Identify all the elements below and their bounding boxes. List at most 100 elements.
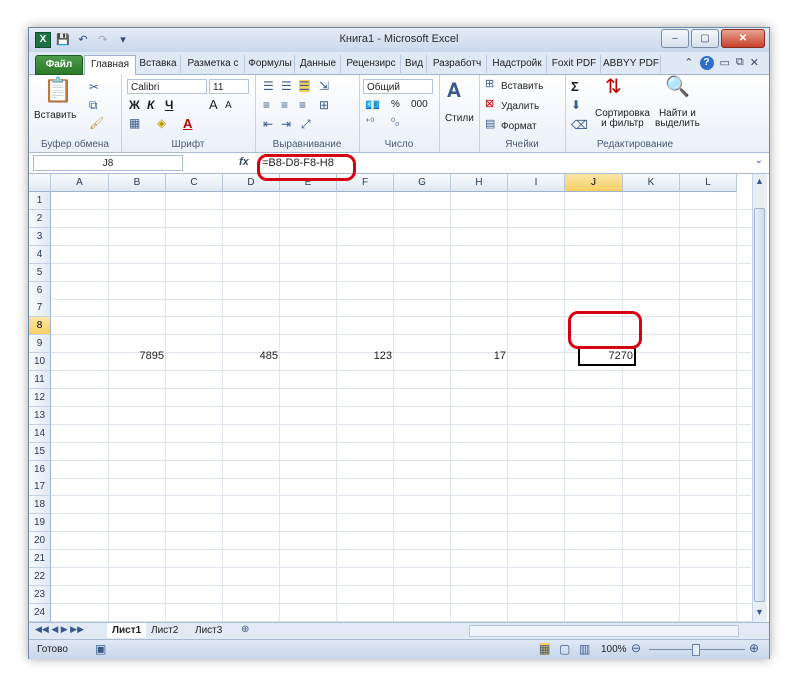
cell-f8[interactable]: 123 xyxy=(337,347,395,365)
expand-formula-icon[interactable]: ⌄ xyxy=(755,156,763,166)
minimize-button[interactable]: – xyxy=(661,29,689,48)
cell-h8[interactable]: 17 xyxy=(451,347,509,365)
column-header-h[interactable]: H xyxy=(451,174,508,192)
font-color-button[interactable]: A xyxy=(183,116,192,131)
row-header-17[interactable]: 17 xyxy=(29,478,51,497)
sheet-tab-3[interactable]: Лист3 xyxy=(195,623,222,638)
macro-record-icon[interactable]: ▣ xyxy=(95,643,106,655)
tab-home[interactable]: Главная xyxy=(84,55,136,75)
shrink-font-button[interactable]: A xyxy=(225,100,232,111)
row-header-2[interactable]: 2 xyxy=(29,209,51,228)
tab-view[interactable]: Вид xyxy=(402,55,427,73)
close-workbook-icon[interactable]: ✕ xyxy=(750,56,759,70)
select-all-corner[interactable] xyxy=(29,174,51,192)
row-header-12[interactable]: 12 xyxy=(29,388,51,407)
tab-abbyy-pdf[interactable]: ABBYY PDF xyxy=(602,55,661,73)
maximize-button[interactable]: ▢ xyxy=(691,29,719,48)
borders-icon[interactable]: ▦ xyxy=(129,117,140,129)
normal-view-icon[interactable]: ▦ xyxy=(539,643,551,655)
row-header-23[interactable]: 23 xyxy=(29,585,51,604)
find-select-icon[interactable]: 🔍 xyxy=(665,77,690,97)
align-center-icon[interactable]: ≡ xyxy=(281,99,288,111)
row-header-15[interactable]: 15 xyxy=(29,442,51,461)
cut-icon[interactable]: ✂ xyxy=(89,81,99,93)
align-middle-icon[interactable]: ☰ xyxy=(281,80,292,92)
tab-formulas[interactable]: Формулы xyxy=(246,55,295,73)
row-header-11[interactable]: 11 xyxy=(29,371,51,389)
cell-b8[interactable]: 7895 xyxy=(109,347,167,365)
zoom-out-icon[interactable]: ⊖ xyxy=(631,642,641,654)
scroll-up-icon[interactable]: ▲ xyxy=(755,177,764,186)
zoom-in-icon[interactable]: ⊕ xyxy=(749,642,759,654)
format-painter-icon[interactable]: 🖌 xyxy=(89,117,104,129)
column-header-b[interactable]: B xyxy=(109,174,166,192)
increase-decimal-icon[interactable]: ⁺⁰ xyxy=(365,118,374,128)
find-select-button[interactable]: Найти и выделить xyxy=(655,109,700,129)
page-break-view-icon[interactable]: ▥ xyxy=(579,643,590,655)
format-cells-button[interactable]: Формат xyxy=(501,121,537,132)
cell-d8[interactable]: 485 xyxy=(223,347,281,365)
cell-j8[interactable]: 7270 xyxy=(578,347,636,365)
spreadsheet-grid[interactable]: ABCDEFGHIJKL 1 2 3 4 5 6 7 8 9 10 11 12 13 14 15 16 17 18… xyxy=(29,174,769,622)
delete-cells-icon[interactable]: ⊠ xyxy=(485,99,494,110)
clear-icon[interactable]: ⌫ xyxy=(571,119,588,131)
row-header-5[interactable]: 5 xyxy=(29,263,51,282)
column-header-k[interactable]: K xyxy=(623,174,680,192)
font-size-select[interactable]: 11 xyxy=(209,79,249,94)
tab-data[interactable]: Данные xyxy=(296,55,341,73)
row-header-9[interactable]: 9 xyxy=(29,335,51,354)
tab-file[interactable]: Файл xyxy=(35,55,83,75)
insert-sheet-icon[interactable]: ⊕ xyxy=(241,625,249,635)
close-button[interactable]: ✕ xyxy=(721,29,765,48)
styles-button[interactable]: Стили xyxy=(445,113,474,124)
row-header-19[interactable]: 19 xyxy=(29,514,51,533)
thousands-button[interactable]: 000 xyxy=(411,99,428,110)
column-header-a[interactable]: A xyxy=(51,174,109,192)
row-header-18[interactable]: 18 xyxy=(29,496,51,515)
fill-icon[interactable]: ⬇ xyxy=(571,99,581,111)
restore-window-icon[interactable]: ⧉ xyxy=(736,56,744,70)
function-icon[interactable]: fx xyxy=(239,156,249,168)
bold-button[interactable]: Ж xyxy=(129,98,140,112)
row-header-4[interactable]: 4 xyxy=(29,245,51,264)
row-header-14[interactable]: 14 xyxy=(29,424,51,443)
row-header-3[interactable]: 3 xyxy=(29,227,51,246)
page-layout-view-icon[interactable]: ▢ xyxy=(559,643,570,655)
row-header-1[interactable]: 1 xyxy=(29,192,51,210)
row-header-21[interactable]: 21 xyxy=(29,550,51,568)
tab-review[interactable]: Рецензирс xyxy=(342,55,401,73)
scroll-thumb[interactable] xyxy=(754,208,765,602)
merge-center-icon[interactable]: ⊞ xyxy=(319,99,329,111)
tab-addins[interactable]: Надстройк xyxy=(488,55,547,73)
row-header-13[interactable]: 13 xyxy=(29,406,51,425)
percent-button[interactable]: % xyxy=(391,99,400,110)
decrease-decimal-icon[interactable]: ⁰₀ xyxy=(391,118,399,128)
scroll-down-icon[interactable]: ▼ xyxy=(755,608,764,617)
delete-cells-button[interactable]: Удалить xyxy=(501,101,539,112)
align-left-icon[interactable]: ≡ xyxy=(263,99,270,111)
help-icon[interactable]: ? xyxy=(699,56,714,70)
row-header-7[interactable]: 7 xyxy=(29,299,51,318)
row-header-24[interactable]: 24 xyxy=(29,603,51,622)
wrap-text-icon[interactable]: ⇲ xyxy=(319,80,329,92)
increase-indent-icon[interactable]: ⇥ xyxy=(281,118,291,130)
zoom-slider-thumb[interactable] xyxy=(692,644,700,656)
align-right-icon[interactable]: ≡ xyxy=(299,99,306,111)
sheet-tab-1[interactable]: Лист1 xyxy=(107,623,147,638)
format-cells-icon[interactable]: ▤ xyxy=(485,119,495,130)
underline-button[interactable]: Ч xyxy=(165,98,173,112)
row-header-20[interactable]: 20 xyxy=(29,532,51,551)
number-format-select[interactable]: Общий xyxy=(363,79,433,94)
sheet-nav-first-icon[interactable]: ◀◀ ◀ ▶ ▶▶ xyxy=(35,625,84,634)
insert-cells-icon[interactable]: ⊞ xyxy=(485,79,494,90)
sort-filter-icon[interactable]: ⇅ xyxy=(605,77,622,97)
tab-insert[interactable]: Вставка xyxy=(136,55,181,73)
tab-foxit-pdf[interactable]: Foxit PDF xyxy=(548,55,601,73)
align-bottom-icon[interactable]: ☰ xyxy=(299,80,310,92)
font-name-select[interactable]: Calibri xyxy=(127,79,207,94)
currency-icon[interactable]: 💶 xyxy=(365,99,380,111)
row-header-8[interactable]: 8 xyxy=(29,317,51,336)
column-header-i[interactable]: I xyxy=(508,174,565,192)
sort-filter-button[interactable]: Сортировка и фильтр xyxy=(595,109,650,129)
vertical-scrollbar[interactable]: ▲ ▼ xyxy=(752,174,767,622)
